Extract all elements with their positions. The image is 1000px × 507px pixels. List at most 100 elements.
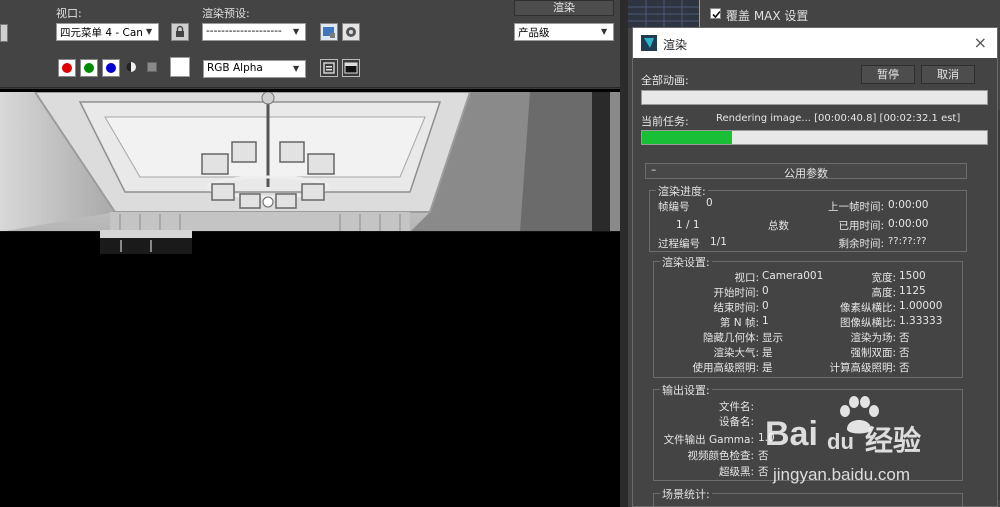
mono-toggle[interactable] <box>147 62 157 72</box>
viewport-label: 视口: <box>56 7 82 20</box>
render-bucket-glimpse <box>100 230 192 254</box>
setting-right-label: 宽度: <box>871 272 896 284</box>
current-task-progress-fill <box>642 131 732 144</box>
setting-left-value: 是 <box>762 347 773 359</box>
current-task-text: Rendering image... [00:00:40.8] [00:02:3… <box>716 113 961 124</box>
scene-stats-title: 场景统计: <box>660 486 712 502</box>
window-divider <box>620 0 628 507</box>
chevron-down-icon: ▼ <box>146 27 153 36</box>
setting-left-label: 隐藏几何体: <box>702 332 759 344</box>
half-circle-icon <box>126 62 136 72</box>
chevron-down-icon: ▼ <box>293 27 300 36</box>
output-settings-title: 输出设置: <box>660 382 712 398</box>
cancel-button[interactable]: 取消 <box>921 65 975 84</box>
red-channel-toggle[interactable] <box>58 59 76 77</box>
setting-left-value: 0 <box>762 300 769 312</box>
render-setup-button[interactable] <box>320 23 338 41</box>
setting-left-label: 开始时间: <box>713 287 759 299</box>
video-check-label: 视频颜色检查: <box>687 450 754 462</box>
baidu-watermark: Bai du 经验 jingyan.baidu.com <box>765 395 955 507</box>
setting-left-label: 第 N 帧: <box>719 317 759 329</box>
current-task-progress <box>641 130 988 145</box>
frame-value: 0 <box>706 197 713 209</box>
setting-right-label: 图像纵横比: <box>839 317 896 329</box>
setting-left-label: 结束时间: <box>713 302 759 314</box>
swatch-color[interactable] <box>170 57 190 77</box>
setting-right-label: 强制双面: <box>850 347 896 359</box>
environment-button[interactable] <box>342 23 360 41</box>
viewport-select-value: 四元菜单 4 - Can <box>60 27 143 39</box>
setting-right-label: 高度: <box>871 287 896 299</box>
render-setup-icon <box>323 27 335 38</box>
display-alpha-button[interactable] <box>320 59 338 77</box>
frame-label: 帧编号 <box>658 201 690 213</box>
chevron-down-icon: ▼ <box>293 64 300 73</box>
lock-icon <box>176 25 184 37</box>
current-task-label: 当前任务: <box>641 115 689 128</box>
frame-icon <box>323 62 335 74</box>
override-checkbox[interactable] <box>710 8 721 19</box>
device-label: 设备名: <box>718 416 754 428</box>
total-label: 总数 <box>768 220 789 232</box>
superblack-label: 超级黑: <box>718 466 754 478</box>
viewport-thumbnail <box>628 0 701 28</box>
all-animation-label: 全部动画: <box>641 74 689 87</box>
remaining-label: 剩余时间: <box>838 238 884 250</box>
alpha-channel-toggle[interactable] <box>125 61 137 73</box>
setting-right-label: 渲染为场: <box>850 332 896 344</box>
setting-left-value: 0 <box>762 285 769 297</box>
all-animation-progress <box>641 90 988 105</box>
setting-right-value: 1125 <box>899 285 926 297</box>
preset-select[interactable]: -------------------- ▼ <box>202 23 306 41</box>
render-settings-title: 渲染设置: <box>660 254 712 270</box>
common-params-rollout[interactable]: – 公用参数 <box>645 163 967 180</box>
setting-left-label: 使用高级照明: <box>692 362 759 374</box>
setting-left-label: 视口: <box>734 272 759 284</box>
channel-select[interactable]: RGB Alpha ▼ <box>203 60 306 78</box>
channel-select-value: RGB Alpha <box>207 62 263 74</box>
ceiling-render-image <box>0 92 620 232</box>
blue-channel-toggle[interactable] <box>102 59 120 77</box>
setting-right-value: 否 <box>899 347 910 359</box>
setting-left-value: 是 <box>762 362 773 374</box>
setting-right-value: 否 <box>899 332 910 344</box>
chevron-down-icon: ▼ <box>601 27 608 36</box>
setting-right-value: 1500 <box>899 270 926 282</box>
render-progress-title: 渲染进度: <box>656 183 708 199</box>
override-label: 覆盖 MAX 设置 <box>726 9 809 23</box>
baidu-brand-cn: 经验 <box>865 424 922 457</box>
green-channel-toggle[interactable] <box>80 59 98 77</box>
prev-tool-button[interactable] <box>0 24 8 42</box>
preset-label: 渲染预设: <box>202 7 250 20</box>
setting-right-label: 像素纵横比: <box>839 302 896 314</box>
setting-left-value: 1 <box>762 315 769 327</box>
render-frame-toolbar: 视口: 四元菜单 4 - Can ▼ 渲染预设: ---------------… <box>0 0 625 88</box>
dialog-titlebar: 渲染 × <box>633 28 997 58</box>
quality-select-value: 产品级 <box>518 27 550 39</box>
grid-icon <box>628 0 701 28</box>
setting-left-label: 渲染大气: <box>713 347 759 359</box>
3dsmax-icon <box>641 35 657 51</box>
setting-left-value: 显示 <box>762 332 783 344</box>
render-button[interactable]: 渲染 <box>514 0 614 16</box>
render-bucket <box>100 230 192 254</box>
close-icon[interactable]: × <box>974 33 987 52</box>
baidu-brand: Bai <box>765 415 818 453</box>
preset-select-value: -------------------- <box>206 25 282 37</box>
setting-right-value: 否 <box>899 362 910 374</box>
elapsed-value: 0:00:00 <box>888 218 929 230</box>
elapsed-label: 已用时间: <box>838 220 884 232</box>
lock-viewport-button[interactable] <box>171 23 189 41</box>
rendered-image <box>0 92 620 232</box>
pass-label: 过程编号 <box>658 238 700 250</box>
setting-right-value: 1.33333 <box>899 315 943 327</box>
collapse-icon: – <box>651 164 657 176</box>
clear-icon <box>344 62 358 74</box>
quality-select[interactable]: 产品级 ▼ <box>514 23 614 41</box>
render-settings-group: 渲染设置: 视口: Camera001 开始时间: 0 结束时间: 0 第 N 帧: 1 隐藏几… <box>653 254 963 378</box>
pause-button[interactable]: 暂停 <box>861 65 915 84</box>
viewport-select[interactable]: 四元菜单 4 - Can ▼ <box>56 23 159 41</box>
dialog-title: 渲染 <box>663 38 688 52</box>
common-params-title: 公用参数 <box>784 167 828 180</box>
clear-button[interactable] <box>342 59 360 77</box>
